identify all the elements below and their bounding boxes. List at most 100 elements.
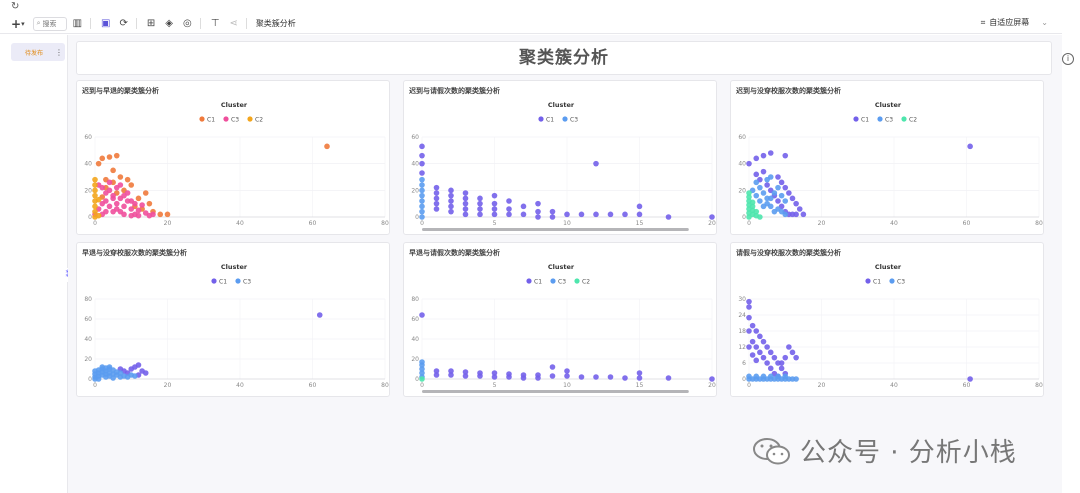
data-point[interactable] bbox=[789, 349, 796, 356]
data-point[interactable] bbox=[157, 211, 164, 218]
data-point[interactable] bbox=[764, 360, 770, 366]
legend-item[interactable]: C3 bbox=[235, 278, 251, 286]
data-point[interactable] bbox=[92, 203, 98, 210]
legend-item[interactable]: C1 bbox=[865, 278, 881, 286]
data-point[interactable] bbox=[520, 375, 527, 381]
data-point[interactable] bbox=[771, 190, 778, 196]
data-point[interactable] bbox=[448, 208, 454, 215]
data-point[interactable] bbox=[520, 211, 527, 218]
data-point[interactable] bbox=[709, 214, 715, 220]
data-point[interactable] bbox=[419, 192, 425, 199]
data-point[interactable] bbox=[753, 328, 760, 334]
legend-item[interactable]: C3 bbox=[223, 116, 239, 124]
sidebar-toggle-icon[interactable]: ▥ bbox=[73, 16, 82, 32]
info-icon[interactable]: i bbox=[1062, 53, 1074, 65]
data-point[interactable] bbox=[782, 354, 789, 361]
data-point[interactable] bbox=[135, 195, 142, 202]
data-point[interactable] bbox=[146, 200, 153, 207]
data-point[interactable] bbox=[95, 196, 102, 203]
data-point[interactable] bbox=[477, 206, 483, 212]
data-point[interactable] bbox=[967, 143, 973, 150]
data-point[interactable] bbox=[92, 176, 98, 183]
horizontal-scrollbar[interactable] bbox=[422, 228, 689, 231]
chart-card[interactable]: 迟到与没穿校服次数的聚类簇分析 Cluster C1 C3 C2 0 20 40 60 0 20 40… bbox=[730, 80, 1044, 235]
data-point[interactable] bbox=[419, 203, 425, 210]
legend-item[interactable]: C1 bbox=[199, 116, 215, 124]
data-point[interactable] bbox=[760, 152, 767, 159]
data-point[interactable] bbox=[782, 373, 789, 380]
data-point[interactable] bbox=[564, 211, 570, 218]
data-point[interactable] bbox=[117, 182, 124, 188]
data-point[interactable] bbox=[746, 298, 752, 305]
data-point[interactable] bbox=[549, 208, 556, 215]
data-point[interactable] bbox=[491, 200, 498, 207]
chart-card[interactable]: 早退与请假次数的聚类簇分析 Cluster C1 C3 C2 0 20 40 60 80 0 5 10 1… bbox=[403, 242, 717, 397]
data-point[interactable] bbox=[786, 344, 792, 350]
data-point[interactable] bbox=[786, 190, 792, 196]
data-point[interactable] bbox=[477, 373, 483, 379]
data-point[interactable] bbox=[99, 155, 106, 162]
data-point[interactable] bbox=[110, 192, 116, 199]
sidebar-item-pending[interactable]: 待发布 ⋮ bbox=[11, 43, 65, 61]
data-point[interactable] bbox=[419, 176, 425, 183]
data-point[interactable] bbox=[491, 374, 498, 380]
data-point[interactable] bbox=[782, 198, 789, 204]
data-point[interactable] bbox=[778, 360, 785, 366]
search-input[interactable] bbox=[42, 19, 63, 28]
data-point[interactable] bbox=[767, 373, 774, 380]
data-point[interactable] bbox=[757, 349, 763, 356]
data-point[interactable] bbox=[95, 160, 102, 167]
data-point[interactable] bbox=[775, 373, 781, 380]
data-point[interactable] bbox=[92, 376, 98, 382]
data-point[interactable] bbox=[506, 198, 512, 204]
data-point[interactable] bbox=[106, 187, 113, 194]
data-point[interactable] bbox=[103, 198, 109, 204]
data-point[interactable] bbox=[775, 198, 781, 204]
data-point[interactable] bbox=[506, 374, 512, 380]
data-point[interactable] bbox=[746, 328, 752, 334]
data-point[interactable] bbox=[578, 374, 585, 380]
data-point[interactable] bbox=[139, 202, 145, 208]
data-point[interactable] bbox=[462, 206, 469, 212]
data-point[interactable] bbox=[92, 182, 98, 188]
data-point[interactable] bbox=[753, 357, 760, 364]
data-point[interactable] bbox=[764, 344, 770, 350]
data-point[interactable] bbox=[150, 211, 156, 218]
data-point[interactable] bbox=[448, 203, 454, 210]
data-point[interactable] bbox=[767, 150, 774, 156]
data-point[interactable] bbox=[106, 179, 113, 186]
data-point[interactable] bbox=[564, 373, 570, 379]
data-point[interactable] bbox=[746, 373, 752, 380]
data-point[interactable] bbox=[760, 354, 767, 361]
data-point[interactable] bbox=[753, 155, 760, 162]
data-point[interactable] bbox=[433, 200, 440, 207]
data-point[interactable] bbox=[665, 375, 672, 381]
layout-icon[interactable]: ⊞ bbox=[147, 16, 155, 32]
data-point[interactable] bbox=[749, 352, 756, 358]
legend-item[interactable]: C3 bbox=[889, 278, 905, 286]
data-point[interactable] bbox=[757, 333, 763, 340]
data-point[interactable] bbox=[117, 195, 124, 202]
component-icon[interactable]: ◈ bbox=[165, 16, 173, 32]
data-point[interactable] bbox=[535, 214, 541, 220]
data-point[interactable] bbox=[419, 160, 425, 167]
data-point[interactable] bbox=[106, 154, 113, 160]
data-point[interactable] bbox=[622, 211, 628, 218]
data-point[interactable] bbox=[749, 322, 756, 329]
data-point[interactable] bbox=[578, 211, 585, 218]
chart-card[interactable]: 迟到与请假次数的聚类簇分析 Cluster C1 C3 0 20 40 60 0 5 10 15 20 bbox=[403, 80, 717, 235]
data-point[interactable] bbox=[477, 200, 483, 207]
data-point[interactable] bbox=[793, 200, 799, 207]
data-point[interactable] bbox=[782, 152, 789, 159]
data-point[interactable] bbox=[92, 187, 98, 194]
data-point[interactable] bbox=[593, 211, 599, 218]
data-point[interactable] bbox=[135, 207, 142, 214]
data-point[interactable] bbox=[121, 211, 127, 218]
data-point[interactable] bbox=[491, 192, 498, 199]
data-point[interactable] bbox=[491, 211, 498, 218]
preview-icon[interactable]: ⊤ bbox=[211, 16, 220, 32]
data-point[interactable] bbox=[775, 184, 781, 191]
legend-item[interactable]: C3 bbox=[562, 116, 578, 124]
data-point[interactable] bbox=[132, 200, 138, 207]
data-point[interactable] bbox=[746, 190, 752, 196]
